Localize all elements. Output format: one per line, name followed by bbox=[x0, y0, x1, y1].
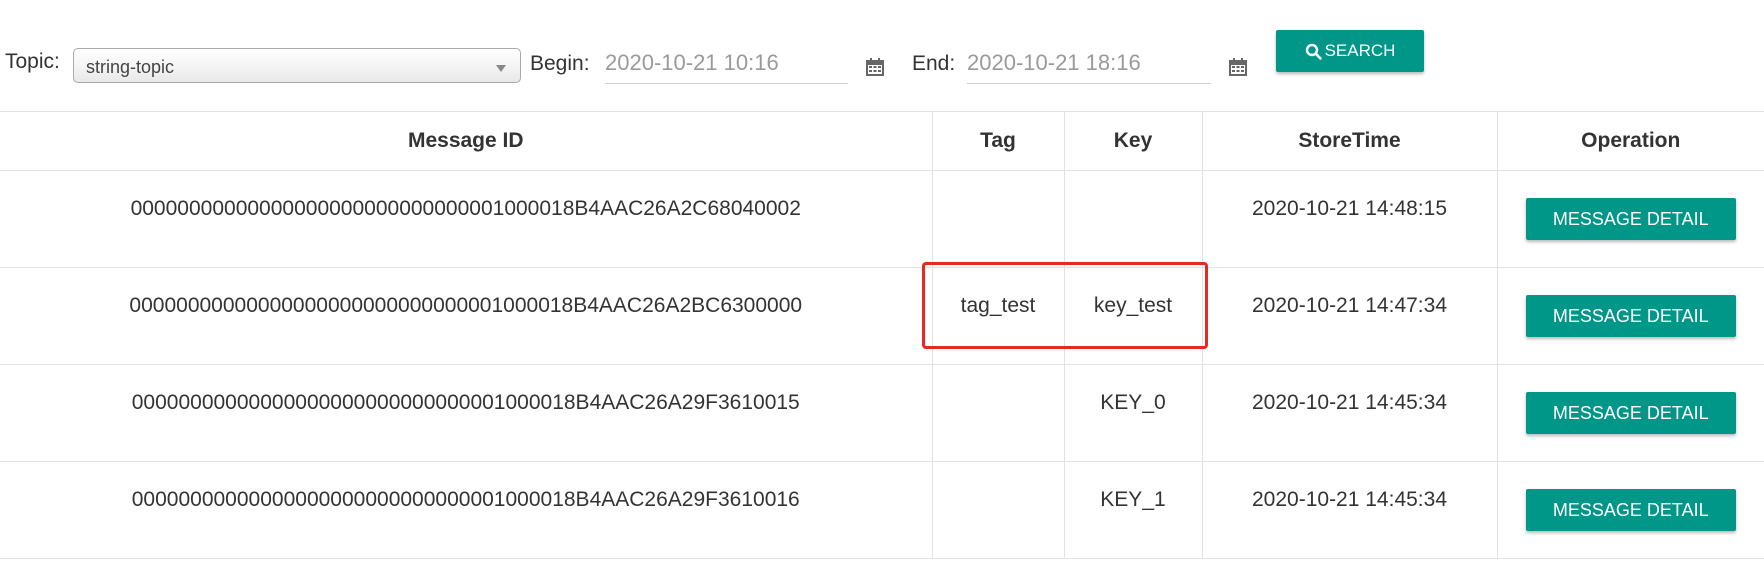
key-text bbox=[1065, 171, 1202, 197]
key-cell: KEY_1 bbox=[1063, 461, 1203, 559]
operation-cell: MESSAGE DETAIL bbox=[1496, 461, 1764, 559]
column-header-key: Key bbox=[1063, 111, 1203, 171]
begin-label: Begin: bbox=[530, 52, 590, 75]
calendar-icon[interactable] bbox=[865, 57, 885, 77]
end-date-value: 2020-10-21 18:16 bbox=[967, 50, 1141, 75]
store-time-text: 2020-10-21 14:45:34 bbox=[1252, 488, 1447, 511]
store-time-text: 2020-10-21 14:47:34 bbox=[1252, 294, 1447, 317]
tag-text: tag_test bbox=[960, 294, 1036, 317]
store-time-cell: 2020-10-21 14:48:15 bbox=[1201, 170, 1498, 268]
message-id-text: 00000000000000000000000000000001000018B4… bbox=[129, 294, 803, 317]
message-id-cell: 00000000000000000000000000000001000018B4… bbox=[0, 170, 933, 268]
key-text: KEY_1 bbox=[1100, 488, 1166, 511]
column-header-operation: Operation bbox=[1496, 111, 1764, 171]
tag-text bbox=[933, 171, 1064, 197]
column-header-tag: Tag bbox=[931, 111, 1065, 171]
column-header-store-time: StoreTime bbox=[1201, 111, 1498, 171]
store-time-cell: 2020-10-21 14:45:34 bbox=[1201, 461, 1498, 559]
message-detail-button[interactable]: MESSAGE DETAIL bbox=[1525, 392, 1736, 434]
message-id-cell: 00000000000000000000000000000001000018B4… bbox=[0, 267, 933, 365]
store-time-cell: 2020-10-21 14:45:34 bbox=[1201, 364, 1498, 462]
search-icon bbox=[1305, 43, 1322, 60]
tag-cell bbox=[931, 170, 1065, 268]
message-detail-button[interactable]: MESSAGE DETAIL bbox=[1525, 198, 1736, 240]
store-time-text: 2020-10-21 14:45:34 bbox=[1252, 391, 1447, 414]
message-id-cell: 00000000000000000000000000000001000018B4… bbox=[0, 364, 933, 462]
table-row: 00000000000000000000000000000001000018B4… bbox=[0, 170, 1764, 268]
column-header-message-id: Message ID bbox=[0, 111, 933, 171]
calendar-icon[interactable] bbox=[1228, 57, 1248, 77]
search-button-label: SEARCH bbox=[1324, 41, 1396, 60]
key-text: key_test bbox=[1093, 294, 1173, 317]
table-row: 00000000000000000000000000000001000018B4… bbox=[0, 461, 1764, 559]
key-text: KEY_0 bbox=[1100, 391, 1166, 414]
table-row: 00000000000000000000000000000001000018B4… bbox=[0, 267, 1764, 365]
message-id-text: 00000000000000000000000000000001000018B4… bbox=[130, 197, 801, 220]
message-detail-button[interactable]: MESSAGE DETAIL bbox=[1525, 489, 1736, 531]
key-cell bbox=[1063, 170, 1203, 268]
message-table: Message ID Tag Key StoreTime Operation 0… bbox=[0, 111, 1764, 559]
search-toolbar: Topic: string-topic Begin: 2020-10-21 10… bbox=[0, 0, 1764, 110]
search-button[interactable]: SEARCH bbox=[1276, 30, 1424, 72]
table-header-row: Message ID Tag Key StoreTime Operation bbox=[0, 111, 1764, 171]
begin-date-input[interactable]: 2020-10-21 10:16 bbox=[605, 48, 848, 84]
end-label: End: bbox=[912, 52, 956, 75]
tag-text bbox=[933, 365, 1064, 391]
message-id-cell: 00000000000000000000000000000001000018B4… bbox=[0, 461, 933, 559]
message-id-text: 00000000000000000000000000000001000018B4… bbox=[131, 391, 800, 414]
key-cell: KEY_0 bbox=[1063, 364, 1203, 462]
tag-cell bbox=[931, 461, 1065, 559]
store-time-text: 2020-10-21 14:48:15 bbox=[1252, 197, 1447, 220]
operation-cell: MESSAGE DETAIL bbox=[1496, 267, 1764, 365]
topic-select-value: string-topic bbox=[86, 57, 175, 77]
end-date-input[interactable]: 2020-10-21 18:16 bbox=[967, 48, 1211, 84]
table-row: 00000000000000000000000000000001000018B4… bbox=[0, 364, 1764, 462]
operation-cell: MESSAGE DETAIL bbox=[1496, 364, 1764, 462]
tag-cell bbox=[931, 364, 1065, 462]
message-id-text: 00000000000000000000000000000001000018B4… bbox=[131, 488, 800, 511]
topic-select[interactable]: string-topic bbox=[73, 48, 521, 83]
operation-cell: MESSAGE DETAIL bbox=[1496, 170, 1764, 268]
begin-date-value: 2020-10-21 10:16 bbox=[605, 50, 779, 75]
key-cell: key_test bbox=[1063, 267, 1203, 365]
tag-cell: tag_test bbox=[931, 267, 1065, 365]
message-detail-button[interactable]: MESSAGE DETAIL bbox=[1525, 295, 1736, 337]
tag-text bbox=[933, 462, 1064, 488]
store-time-cell: 2020-10-21 14:47:34 bbox=[1201, 267, 1498, 365]
chevron-down-icon bbox=[496, 65, 506, 72]
topic-label: Topic: bbox=[5, 50, 60, 73]
